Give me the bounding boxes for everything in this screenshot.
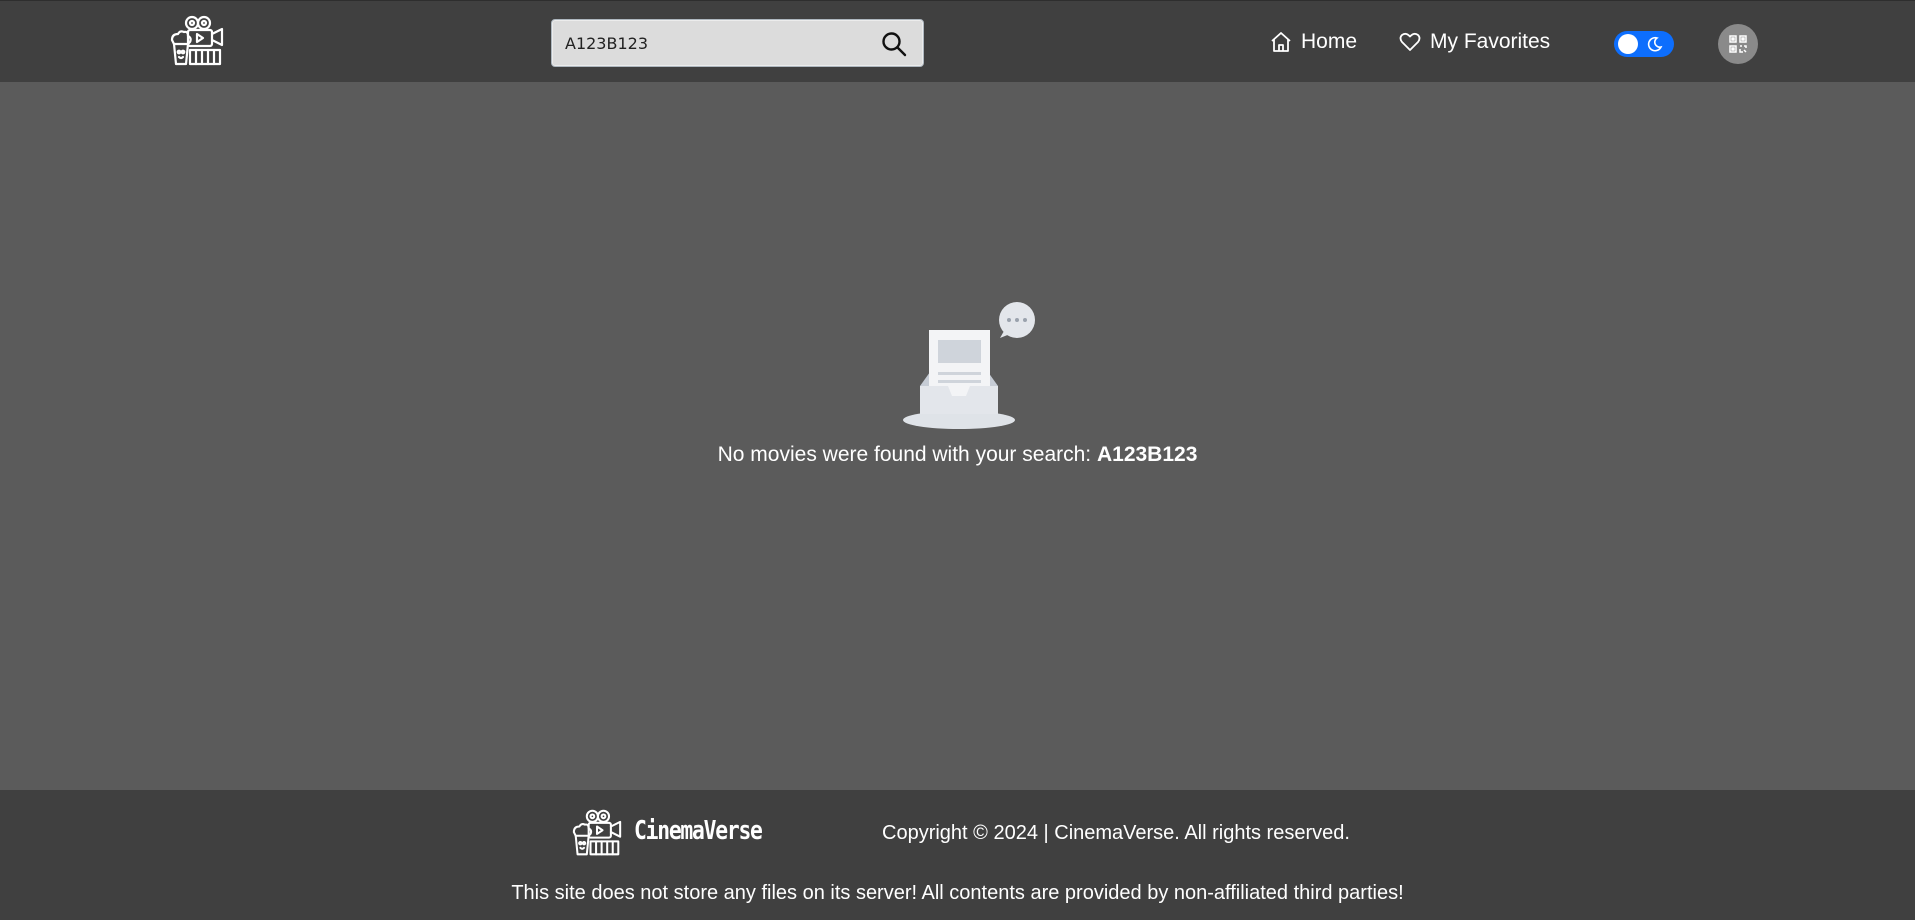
- search-icon[interactable]: [881, 31, 907, 57]
- cinemaverse-logo[interactable]: [168, 14, 226, 68]
- footer-copyright: Copyright © 2024 | CinemaVerse. All righ…: [882, 822, 1350, 844]
- home-icon: [1271, 32, 1291, 52]
- moon-icon: [1647, 36, 1663, 52]
- empty-inbox-illustration: [900, 300, 1040, 432]
- search-term: A123B123: [1096, 443, 1198, 466]
- footer: CinemaVerse Copyright © 2024 | CinemaVer…: [0, 790, 1915, 920]
- footer-brand-name: CinemaVerse: [634, 816, 763, 846]
- nav-home-label: Home: [1301, 30, 1358, 53]
- nav-favorites-link[interactable]: My Favorites: [1399, 27, 1550, 57]
- nav-home-link[interactable]: Home: [1270, 27, 1357, 57]
- search-box: [551, 19, 924, 67]
- header: Home My Favorites: [0, 0, 1915, 82]
- qr-code-icon: [1729, 35, 1747, 53]
- heart-icon: [1399, 32, 1421, 51]
- footer-disclaimer: This site does not store any files on it…: [511, 882, 1404, 904]
- no-results-text: No movies were found with your search:: [717, 443, 1097, 466]
- nav-favorites-label: My Favorites: [1430, 30, 1551, 53]
- toggle-knob: [1618, 34, 1638, 54]
- qr-code-button[interactable]: [1718, 24, 1758, 64]
- theme-toggle[interactable]: [1614, 31, 1674, 57]
- no-results-message: No movies were found with your search: A…: [0, 443, 1915, 467]
- footer-logo: [570, 808, 624, 858]
- search-input[interactable]: [565, 20, 865, 66]
